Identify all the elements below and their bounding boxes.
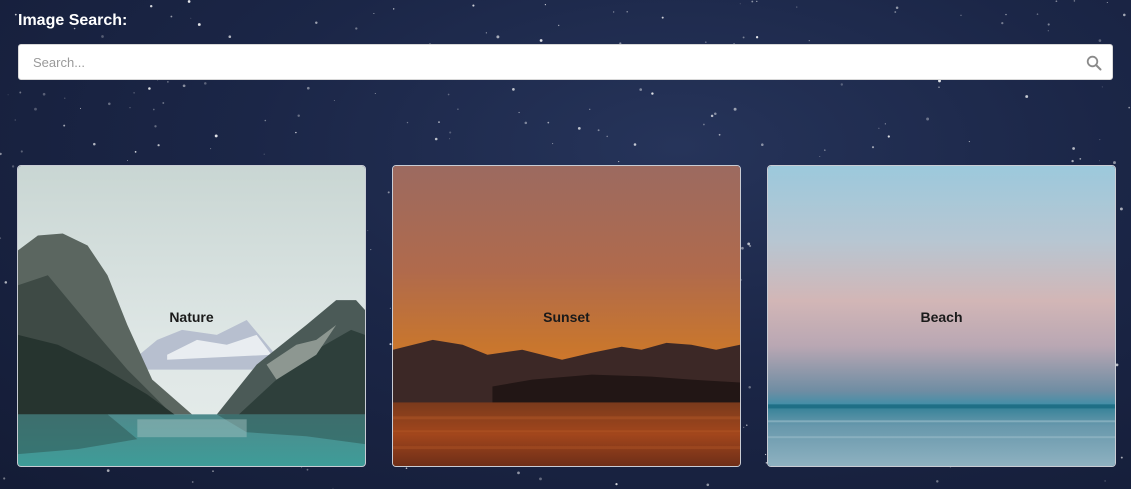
card-nature[interactable]: Nature bbox=[17, 165, 366, 467]
search-title: Image Search: bbox=[18, 12, 128, 29]
card-label: Beach bbox=[920, 309, 963, 325]
search-box bbox=[18, 44, 1113, 80]
card-beach[interactable]: Beach bbox=[767, 165, 1116, 467]
card-label: Sunset bbox=[543, 309, 590, 325]
search-icon[interactable] bbox=[1086, 55, 1102, 71]
card-label: Nature bbox=[169, 309, 214, 325]
search-input[interactable] bbox=[19, 45, 1069, 79]
card-sunset[interactable]: Sunset bbox=[392, 165, 741, 467]
